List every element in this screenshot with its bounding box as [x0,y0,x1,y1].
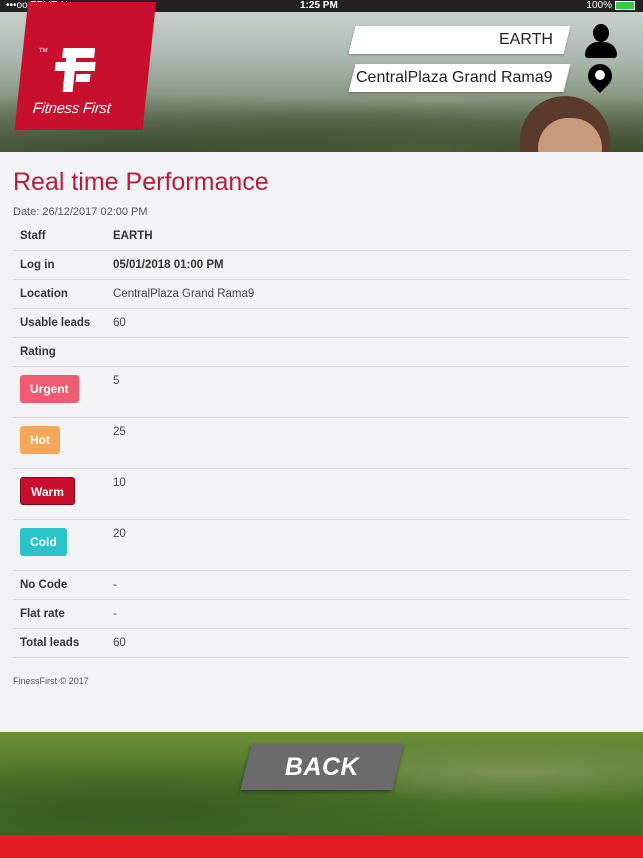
location-name: CentralPlaza Grand Rama9 [356,69,553,86]
row-label: Rating [13,337,106,367]
table-row-usable-leads: Usable leads 60 [13,308,630,338]
row-value: EARTH [106,222,630,251]
report-date: Date: 26/12/2017 02:00 PM [13,206,148,218]
battery-label: 100% [586,0,612,11]
row-value: 60 [106,308,630,338]
rating-value: 25 [106,417,630,469]
warm-button[interactable]: Warm [20,477,75,505]
copyright-footer: FinessFirst © 2017 [13,676,89,686]
row-label: Usable leads [13,308,106,338]
brand-name: Fitness First [31,100,112,117]
brand-bottom-bar [0,835,643,858]
table-row-total-leads: Total leads 60 [13,628,630,658]
row-label: Location [13,279,106,309]
table-row-flat-rate: Flat rate - [13,599,630,629]
rating-value: 5 [106,366,630,418]
fitness-first-logo: TM Fitness First [14,2,156,130]
location-plate: CentralPlaza Grand Rama9 [348,64,571,92]
row-label: Flat rate [13,599,106,629]
table-row-rating-warm: Warm 10 [13,468,630,520]
battery-indicator: 100% [586,0,635,12]
row-value: CentralPlaza Grand Rama9 [106,279,630,309]
rating-value: 20 [106,519,630,571]
staff-name-plate: EARTH [348,26,571,54]
table-row-rating-cold: Cold 20 [13,519,630,571]
row-label: Staff [13,222,106,251]
row-value: 05/01/2018 01:00 PM [106,250,630,280]
rating-value: 10 [106,468,630,520]
hot-button[interactable]: Hot [20,426,60,454]
user-icon[interactable] [585,24,617,58]
table-row-rating-urgent: Urgent 5 [13,366,630,418]
row-label: No Code [13,570,106,600]
clock: 1:25 PM [300,0,338,11]
back-button-label: BACK [284,753,360,781]
location-pin-icon[interactable] [583,59,617,96]
cold-button[interactable]: Cold [20,528,67,556]
battery-icon [615,0,635,10]
table-row-location: Location CentralPlaza Grand Rama9 [13,279,630,309]
header-banner: •••oo TRUE-H 1:25 PM 100% TM Fitness Fir… [0,0,643,152]
table-row-no-code: No Code - [13,570,630,600]
row-value: 60 [106,628,630,658]
row-value: - [106,599,630,629]
row-label: Total leads [13,628,106,658]
row-label: Log in [13,250,106,280]
staff-name: EARTH [499,31,553,48]
table-row-rating: Rating [13,337,630,367]
row-value [106,337,630,367]
trademark-label: TM [38,48,48,54]
back-button[interactable]: BACK [240,744,404,790]
table-row-login: Log in 05/01/2018 01:00 PM [13,250,630,280]
urgent-button[interactable]: Urgent [20,375,79,403]
logo-mark-icon [53,48,98,92]
table-row-rating-hot: Hot 25 [13,417,630,469]
table-row-staff: Staff EARTH [13,222,630,251]
page-title: Real time Performance [13,168,269,196]
performance-card: Real time Performance Date: 26/12/2017 0… [0,152,643,732]
row-value: - [106,570,630,600]
performance-table: Staff EARTH Log in 05/01/2018 01:00 PM L… [13,222,630,658]
